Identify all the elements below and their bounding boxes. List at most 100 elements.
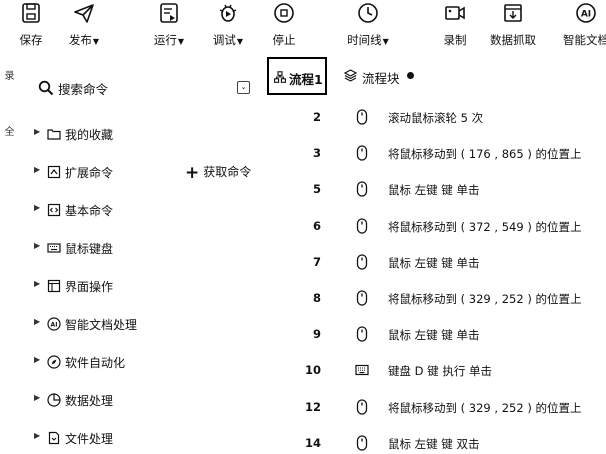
mouse-icon: [356, 326, 368, 342]
step-row[interactable]: 3 将鼠标移动到 ( 176 , 865 ) 的位置上: [290, 144, 606, 164]
pie-chart-icon: [47, 393, 61, 407]
record-button[interactable]: 录制: [440, 2, 470, 52]
step-number: 12: [304, 399, 321, 414]
step-number: 7: [312, 254, 321, 269]
toolbar: 保存 发布▼ 运行▼ 调试▼ 停止 时间线▼ 录制 数据抓取 AI 智能文档: [0, 0, 606, 56]
stop-button[interactable]: 停止: [269, 2, 299, 52]
chevron-right-icon: ▶: [34, 165, 41, 174]
timeline-label: 时间线: [347, 33, 382, 47]
mouse-icon: [356, 435, 368, 451]
step-number: 14: [304, 435, 321, 450]
chevron-right-icon: ▶: [34, 317, 41, 326]
chevron-right-icon: ▶: [34, 203, 41, 212]
debug-label: 调试: [212, 33, 236, 47]
step-number: 6: [312, 218, 321, 233]
step-number: 9: [312, 327, 321, 342]
search-input[interactable]: 搜索命令: [58, 79, 108, 98]
step-row[interactable]: 2 滚动鼠标滚轮 5 次: [290, 108, 606, 128]
extension-icon: [47, 165, 61, 179]
chevron-right-icon: ▶: [34, 431, 41, 440]
step-text: 鼠标 左键 键 单击: [388, 328, 480, 343]
tab-flow1[interactable]: 流程1: [267, 57, 327, 95]
save-label: 保存: [19, 33, 43, 47]
fetch-command-label: 获取命令: [203, 165, 252, 179]
stop-icon: [274, 3, 294, 23]
ai-icon: AI: [47, 317, 61, 331]
step-row[interactable]: 6 将鼠标移动到 ( 372 , 549 ) 的位置上: [290, 217, 606, 237]
step-row[interactable]: 12 将鼠标移动到 ( 329 , 252 ) 的位置上: [290, 398, 606, 418]
mouse-icon: [356, 217, 368, 234]
video-camera-icon: [445, 6, 465, 20]
step-text: 滚动鼠标滚轮 5 次: [388, 111, 484, 125]
bug-icon: [219, 4, 237, 22]
folder-icon: [47, 129, 61, 140]
step-text: 鼠标 左键 键 单击: [388, 255, 480, 270]
chevron-right-icon: ▶: [34, 241, 41, 250]
flowchart-icon: [274, 71, 286, 83]
data-capture-button[interactable]: 数据抓取: [487, 2, 539, 52]
keyboard-icon: [355, 362, 369, 378]
search-icon[interactable]: [38, 80, 54, 96]
smart-doc-button[interactable]: AI 智能文档: [560, 2, 606, 52]
step-text: 鼠标 左键 键 双击: [388, 436, 480, 451]
step-row[interactable]: 8 将鼠标移动到 ( 329 , 252 ) 的位置上: [290, 289, 606, 309]
step-row[interactable]: 5 鼠标 左键 键 单击: [290, 180, 606, 200]
chevron-right-icon: ▶: [34, 279, 41, 288]
vertical-tab-record[interactable]: 录: [0, 70, 15, 80]
step-row[interactable]: 14 鼠标 左键 键 双击: [290, 434, 606, 454]
run-icon: [160, 3, 178, 23]
mouse-icon: [356, 181, 368, 198]
mouse-icon: [356, 290, 368, 306]
step-number: 8: [312, 291, 321, 305]
vertical-tab-all[interactable]: 全: [0, 126, 15, 136]
compass-icon: [47, 355, 61, 369]
smart-doc-label: 智能文档: [563, 33, 606, 47]
fetch-command-button[interactable]: + 获取命令: [185, 163, 251, 183]
record-label: 录制: [443, 33, 467, 47]
chevron-right-icon: ▶: [34, 355, 41, 364]
run-button[interactable]: 运行▼: [148, 2, 190, 52]
left-vertical-tabs: 录 全: [0, 70, 14, 136]
svg-text:AI: AI: [581, 10, 591, 20]
window-icon: [47, 279, 61, 293]
publish-label: 发布: [68, 33, 92, 47]
step-text: 将鼠标移动到 ( 372 , 549 ) 的位置上: [388, 219, 582, 234]
mouse-icon: [356, 109, 368, 125]
step-number: 3: [312, 146, 321, 161]
step-number: 2: [312, 110, 321, 124]
file-icon: [48, 431, 60, 445]
stop-label: 停止: [272, 33, 296, 47]
chevron-down-icon: ▼: [382, 37, 389, 46]
data-capture-label: 数据抓取: [490, 33, 536, 47]
mouse-icon: [356, 145, 368, 161]
paper-plane-icon: [74, 4, 94, 23]
timeline-button[interactable]: 时间线▼: [342, 2, 394, 52]
save-icon: [22, 3, 40, 23]
data-capture-icon: [504, 4, 522, 22]
clock-icon: [358, 3, 378, 23]
step-text: 将鼠标移动到 ( 329 , 252 ) 的位置上: [388, 292, 582, 306]
mouse-icon: [356, 254, 368, 270]
save-button[interactable]: 保存: [16, 2, 46, 52]
collapse-toggle-icon[interactable]: ⌄: [237, 81, 250, 94]
chevron-down-icon: ▼: [177, 37, 185, 46]
debug-button[interactable]: 调试▼: [207, 2, 249, 52]
layers-icon: [344, 69, 357, 82]
step-row[interactable]: 10 键盘 D 键 执行 单击: [290, 361, 606, 381]
step-row[interactable]: 7 鼠标 左键 键 单击: [290, 253, 606, 273]
keyboard-icon: [47, 243, 61, 253]
plus-icon: +: [185, 163, 200, 183]
step-text: 键盘 D 键 执行 单击: [388, 364, 492, 379]
chevron-right-icon: ▶: [34, 127, 41, 136]
ai-icon: AI: [576, 3, 596, 23]
step-text: 将鼠标移动到 ( 329 , 252 ) 的位置上: [388, 400, 582, 415]
search-row: 搜索命令 ⌄: [38, 78, 258, 98]
svg-text:AI: AI: [51, 322, 58, 329]
publish-button[interactable]: 发布▼: [63, 2, 105, 52]
step-number: 5: [312, 182, 321, 197]
step-row[interactable]: 9 鼠标 左键 键 单击: [290, 325, 606, 345]
mouse-icon: [356, 398, 368, 415]
step-text: 鼠标 左键 键 单击: [388, 183, 480, 198]
step-number: 10: [304, 363, 321, 378]
unsaved-dot: [407, 72, 414, 79]
